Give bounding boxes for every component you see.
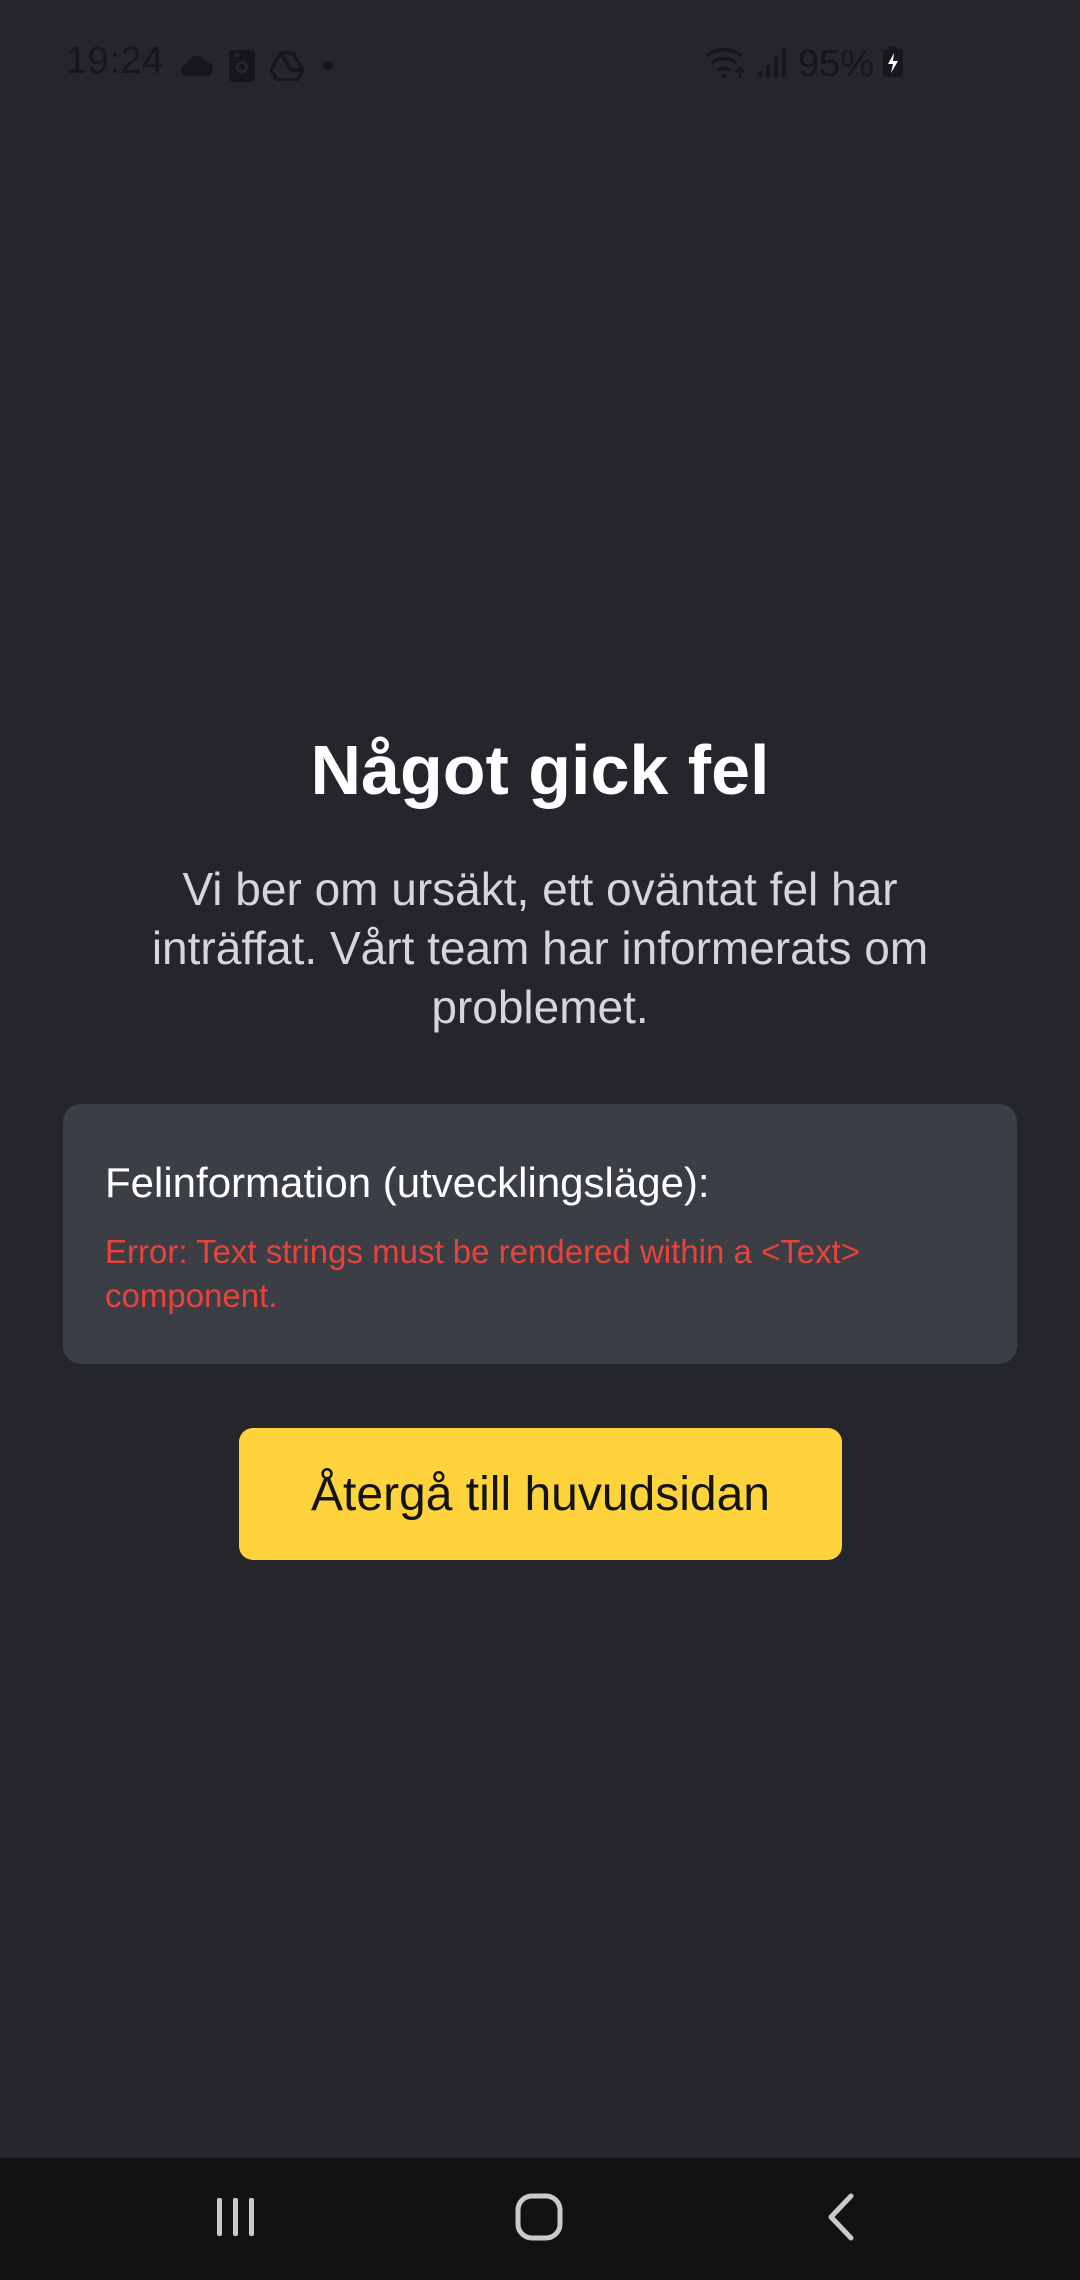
error-details-heading: Felinformation (utvecklingsläge): bbox=[105, 1159, 710, 1206]
app-screen: 19:24 95% Något gick fel Vi ber om ursäk… bbox=[0, 0, 1080, 2280]
battery-charging-icon bbox=[882, 45, 904, 83]
page-title: Något gick fel bbox=[310, 731, 770, 809]
cloud-icon bbox=[178, 52, 214, 85]
home-button[interactable] bbox=[479, 2176, 599, 2262]
back-icon bbox=[821, 2192, 861, 2247]
back-button[interactable] bbox=[781, 2176, 901, 2262]
error-content: Något gick fel Vi ber om ursäkt, ett ovä… bbox=[0, 720, 1080, 1037]
status-right: 95% bbox=[704, 42, 904, 85]
recent-apps-icon bbox=[212, 2194, 260, 2245]
error-details-text: Error: Text strings must be rendered wit… bbox=[105, 1233, 861, 1314]
status-time: 19:24 bbox=[66, 40, 164, 82]
dot-icon bbox=[318, 56, 338, 81]
wifi-icon bbox=[704, 44, 748, 85]
recent-apps-button[interactable] bbox=[176, 2176, 296, 2262]
status-left-icons bbox=[178, 49, 338, 88]
status-bar: 19:24 95% bbox=[0, 0, 1080, 140]
return-home-button[interactable]: Återgå till huvudsidan bbox=[239, 1428, 842, 1560]
sim-card-icon bbox=[228, 49, 256, 88]
drive-icon bbox=[269, 50, 305, 86]
navigation-bar bbox=[0, 2158, 1080, 2280]
error-details-card: Felinformation (utvecklingsläge): Error:… bbox=[63, 1104, 1017, 1364]
error-message: Vi ber om ursäkt, ett oväntat fel har in… bbox=[151, 863, 929, 1033]
battery-percentage: 95% bbox=[797, 42, 874, 85]
home-icon bbox=[514, 2192, 564, 2247]
signal-icon bbox=[756, 45, 790, 84]
